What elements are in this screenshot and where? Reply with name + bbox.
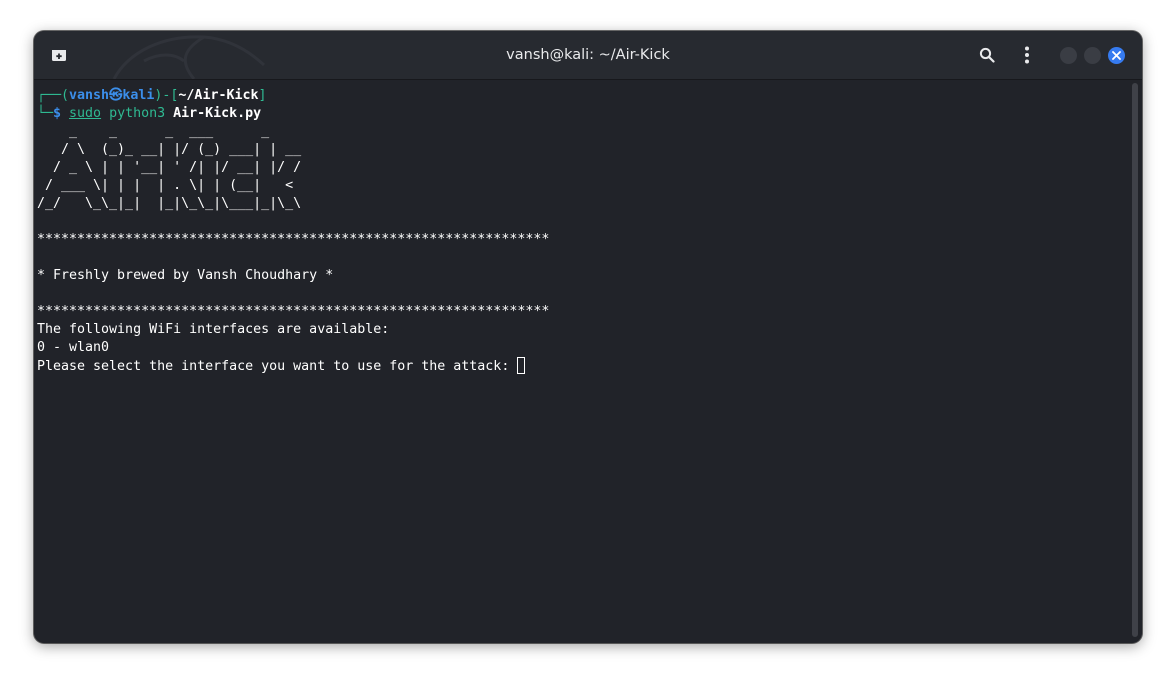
stars-divider-bottom: ****************************************… xyxy=(37,304,550,319)
input-prompt-text: Please select the interface you want to … xyxy=(37,359,518,374)
close-icon xyxy=(1112,51,1121,60)
kebab-menu-icon xyxy=(1025,46,1029,64)
command-arg: Air-Kick.py xyxy=(173,106,262,121)
command-sudo: sudo xyxy=(69,106,102,121)
credit-line: * Freshly brewed by Vansh Choudhary * xyxy=(37,268,334,283)
search-button[interactable] xyxy=(975,43,999,67)
prompt-line-2: └─$ sudo python3 Air-Kick.py xyxy=(37,106,262,121)
input-prompt-line[interactable]: Please select the interface you want to … xyxy=(37,357,1128,375)
terminal-cursor[interactable] xyxy=(517,357,526,374)
title-bar[interactable]: vansh@kali: ~/Air-Kick xyxy=(34,31,1142,80)
terminal-window: vansh@kali: ~/Air-Kick ┌──(vansh㉿kali)-[… xyxy=(34,31,1142,643)
prompt-host: kali xyxy=(122,88,155,103)
maximize-button[interactable] xyxy=(1084,47,1101,64)
search-icon xyxy=(979,47,995,63)
interface-item: 0 - wlan0 xyxy=(37,340,110,355)
terminal-output[interactable]: ┌──(vansh㉿kali)-[~/Air-Kick] └─$ sudo py… xyxy=(37,87,1128,639)
menu-button[interactable] xyxy=(1015,43,1039,67)
stars-divider-top: ****************************************… xyxy=(37,232,550,247)
close-button[interactable] xyxy=(1108,47,1125,64)
prompt-user: vansh xyxy=(69,88,110,103)
ascii-banner: _ _ _ ___ _ / \ (_)_ __| |/ (_) ___| | _… xyxy=(37,124,302,211)
prompt-line-1: ┌──(vansh㉿kali)-[~/Air-Kick] xyxy=(37,88,267,103)
prompt-path: ~/Air-Kick xyxy=(178,88,259,103)
interfaces-header: The following WiFi interfaces are availa… xyxy=(37,322,390,337)
minimize-button[interactable] xyxy=(1060,47,1077,64)
command-python: python3 xyxy=(101,106,174,121)
scrollbar[interactable] xyxy=(1132,83,1138,637)
